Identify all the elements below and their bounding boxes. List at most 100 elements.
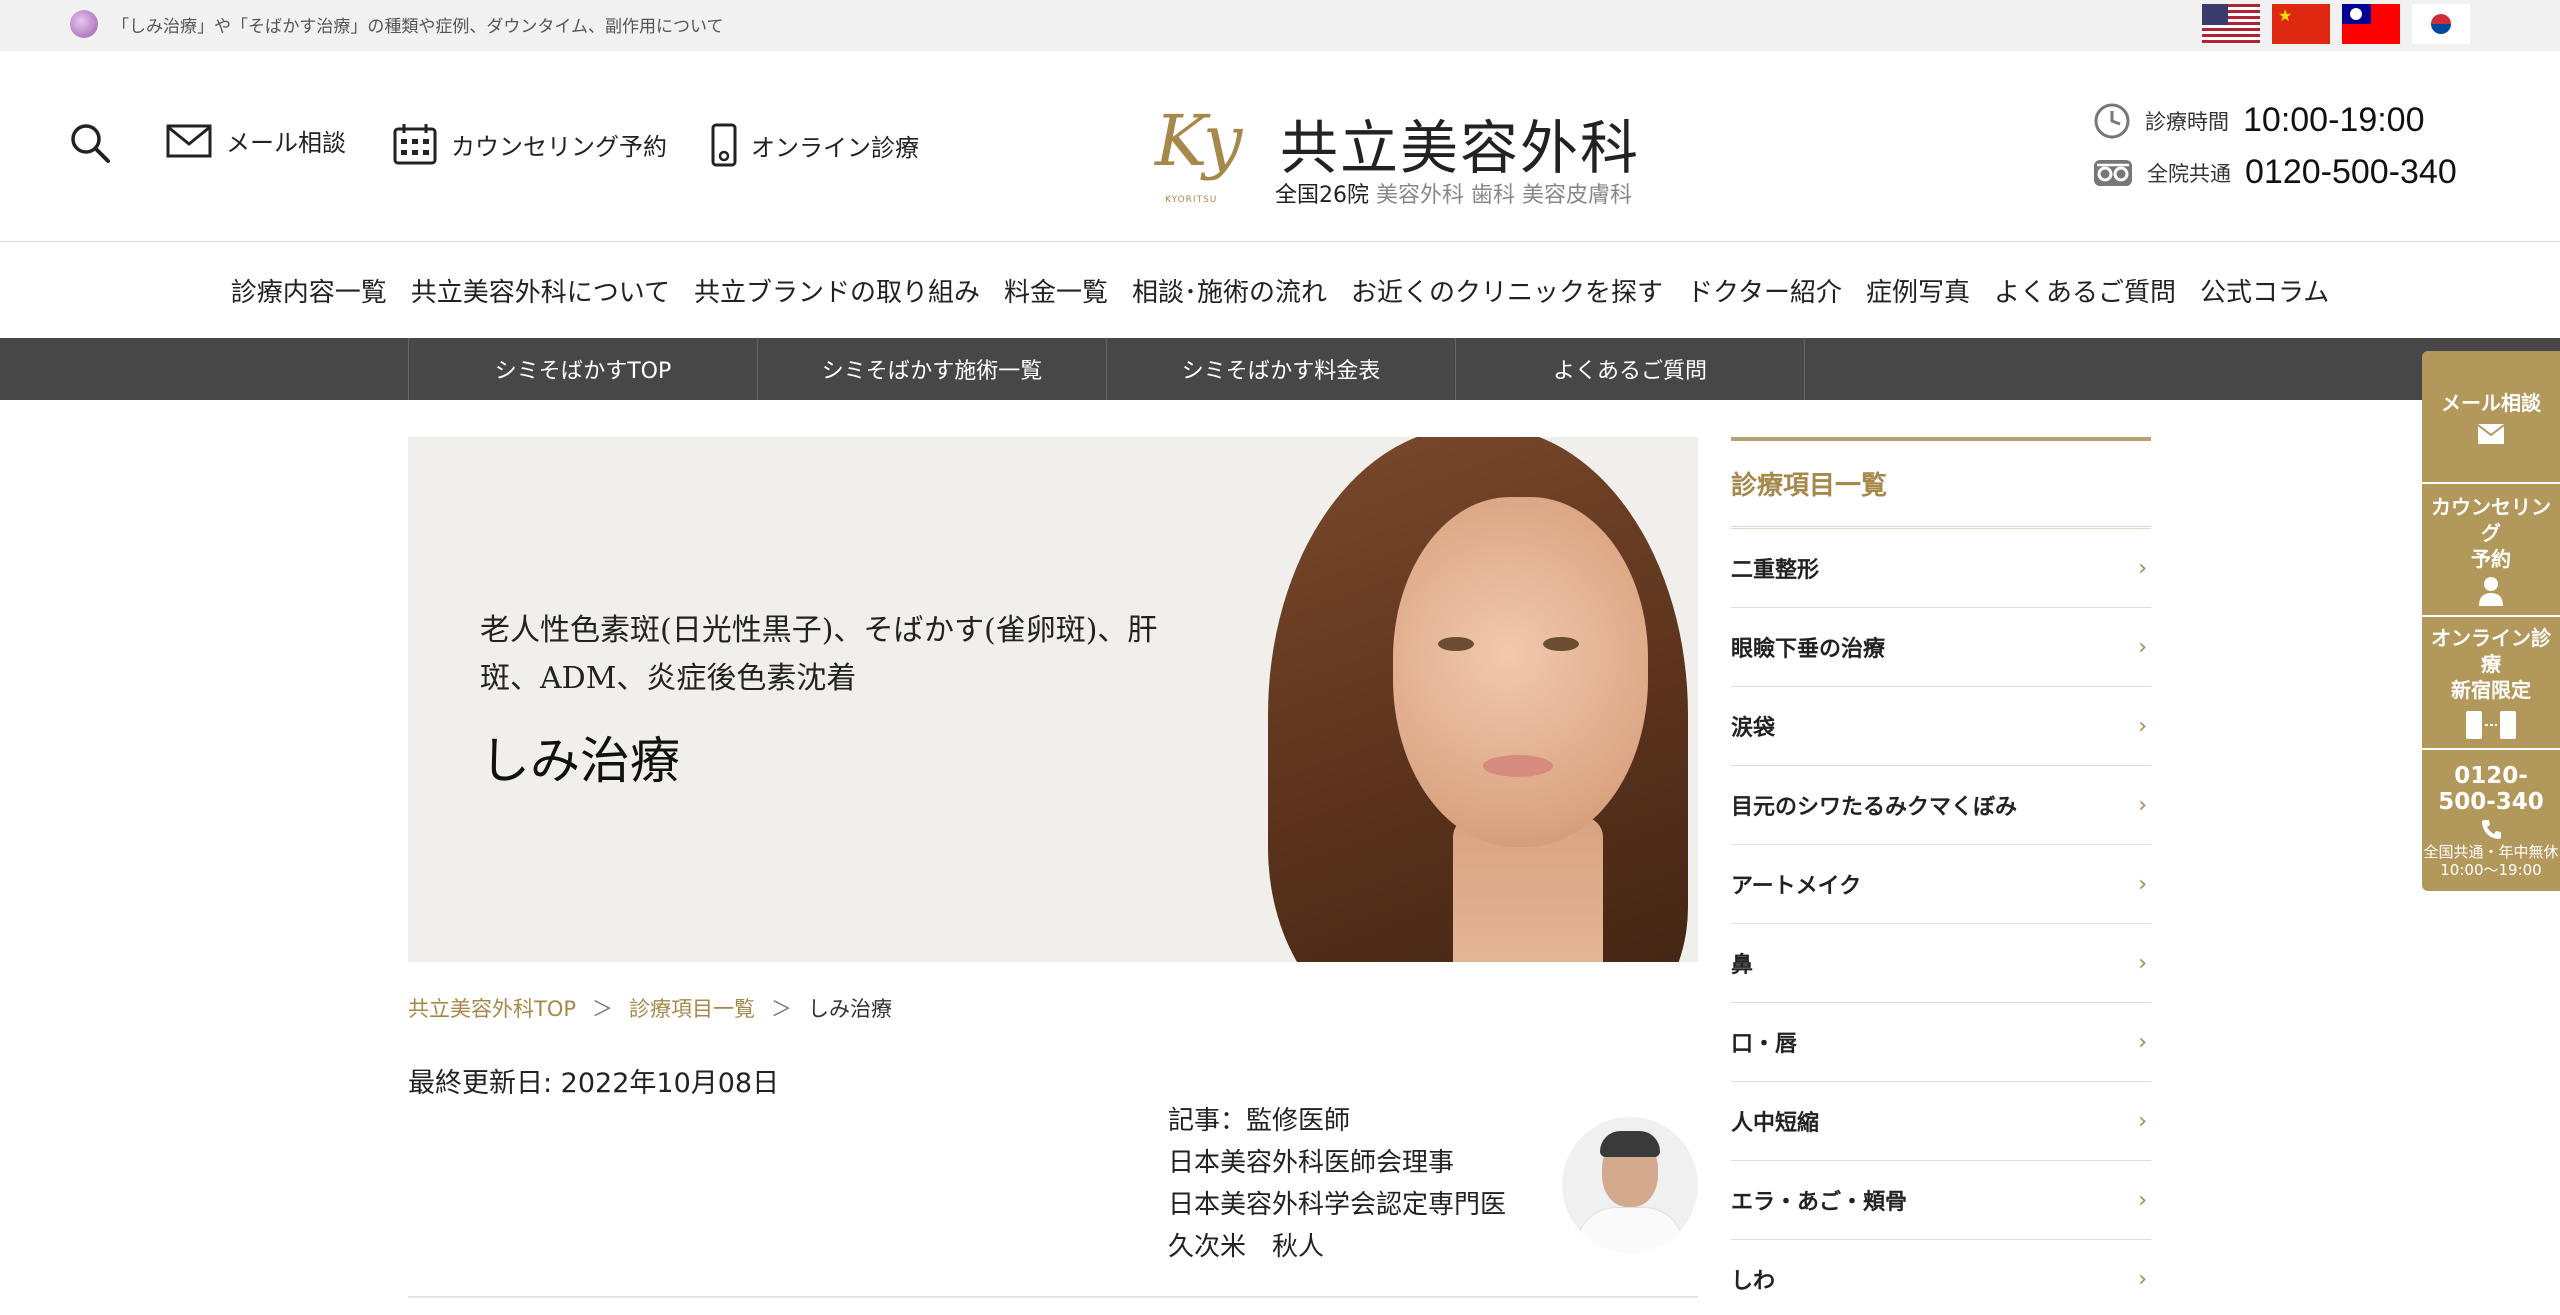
sidebar-item[interactable]: 眼瞼下垂の治療 › [1731, 608, 2151, 687]
chevron-right-icon: › [2138, 1187, 2147, 1213]
brand-logo[interactable]: Ky KYORITSU 共立美容外科 全国26院 美容外科 歯科 美容皮膚科 [1155, 91, 1655, 211]
subnav-item-faq[interactable]: よくあるご質問 [1456, 338, 1805, 400]
sidebar-item[interactable]: しわ › [1731, 1240, 2151, 1315]
float-phone-note-2: 10:00〜19:00 [2440, 860, 2542, 879]
subnav-item-treatments[interactable]: シミそばかす施術一覧 [758, 338, 1107, 400]
flag-korea-icon[interactable] [2412, 4, 2470, 44]
breadcrumb-home[interactable]: 共立美容外科TOP [408, 993, 576, 1023]
phone-value: 0120-500-340 [2245, 153, 2457, 191]
person-icon [2479, 576, 2503, 606]
breadcrumb-separator-icon: ＞ [771, 997, 793, 1021]
gnav-item-faq[interactable]: よくあるご質問 [1994, 272, 2176, 309]
float-phone-button[interactable]: 0120- 500-340 全国共通・年中無休 10:00〜19:00 [2422, 750, 2560, 891]
sidebar-item[interactable]: 人中短縮 › [1731, 1082, 2151, 1161]
sidebar-item-label: 鼻 [1731, 953, 1754, 978]
chevron-right-icon: › [2138, 1108, 2147, 1134]
chevron-right-icon: › [2138, 713, 2147, 739]
gnav-item-prices[interactable]: 料金一覧 [1004, 272, 1108, 309]
envelope-icon [166, 124, 212, 157]
smartphone-icon [711, 123, 737, 167]
phone-label: 全院共通 [2147, 161, 2231, 186]
top-strip: 「しみ治療」や「そばかす治療」の種類や症例、ダウンタイム、副作用について [0, 0, 2560, 51]
gnav-item-about[interactable]: 共立美容外科について [411, 272, 670, 309]
floating-contact-panel: メール相談 カウンセリング 予約 オンライン診療 新宿限定 0120- 500-… [2422, 351, 2560, 891]
author-line-title1: 日本美容外科医師会理事 [1168, 1148, 1455, 1178]
flag-china-icon[interactable] [2272, 4, 2330, 44]
sidebar-item[interactable]: 涙袋 › [1731, 687, 2151, 766]
flag-us-icon[interactable] [2202, 4, 2260, 44]
float-phone-number-1: 0120- [2454, 762, 2528, 789]
sidebar-item[interactable]: エラ・あご・頬骨 › [1731, 1161, 2151, 1240]
gnav-item-treatments[interactable]: 診療内容一覧 [231, 272, 387, 309]
hero-banner: 老人性色素斑(日光性黒子)、そばかす(雀卵斑)、肝斑、ADM、炎症後色素沈着 し… [408, 437, 1698, 962]
float-online-label-1: オンライン診療 [2431, 625, 2551, 676]
chevron-right-icon: › [2138, 792, 2147, 818]
top-strip-text: 「しみ治療」や「そばかす治療」の種類や症例、ダウンタイム、副作用について [112, 17, 724, 37]
business-hours: 診療時間 10:00-19:00 [2093, 101, 2425, 140]
counseling-reservation-link[interactable]: カウンセリング予約 [393, 123, 667, 165]
float-counsel-label-2: 予約 [2471, 546, 2511, 571]
content-divider [408, 1296, 1698, 1298]
subnav-item-prices[interactable]: シミそばかす料金表 [1107, 338, 1456, 400]
chevron-right-icon: › [2138, 871, 2147, 897]
sidebar-item-label: 口・唇 [1731, 1032, 1798, 1057]
author-line-title2: 日本美容外科学会認定専門医 [1168, 1190, 1507, 1220]
free-dial-icon [2094, 159, 2132, 186]
gnav-item-flow[interactable]: 相談･施術の流れ [1132, 272, 1327, 309]
calendar-icon [393, 124, 437, 165]
sidebar-item-label: 二重整形 [1731, 558, 1820, 583]
site-header: メール相談 カウンセリング予約 オンライン診療 Ky KYORITSU 共立美容… [0, 51, 2560, 242]
float-phone-number-2: 500-340 [2438, 788, 2544, 815]
phone-icon [2482, 819, 2501, 839]
sidebar-item[interactable]: 鼻 › [1731, 924, 2151, 1003]
mail-consult-link[interactable]: メール相談 [166, 123, 346, 158]
sidebar-item[interactable]: 目元のシワたるみクマくぼみ › [1731, 766, 2151, 845]
hours-label: 診療時間 [2145, 109, 2229, 134]
gnav-item-doctors[interactable]: ドクター紹介 [1687, 272, 1842, 309]
gnav-item-column[interactable]: 公式コラム [2200, 272, 2329, 309]
gnav-item-cases[interactable]: 症例写真 [1866, 272, 1970, 309]
author-name: 久次米 秋人 [1168, 1232, 1325, 1262]
video-call-icon [2466, 710, 2516, 739]
sub-nav: シミそばかすTOP シミそばかす施術一覧 シミそばかす料金表 よくあるご質問 [0, 338, 2560, 400]
sidebar-item-label: 眼瞼下垂の治療 [1731, 637, 1886, 662]
hero-subtitle: 老人性色素斑(日光性黒子)、そばかす(雀卵斑)、肝斑、ADM、炎症後色素沈着 [480, 613, 1158, 696]
phone-number[interactable]: 全院共通 0120-500-340 [2093, 153, 2457, 192]
brand-monogram: Ky [1155, 100, 1243, 182]
last-updated: 最終更新日: 2022年10月08日 [408, 1068, 780, 1099]
sidebar-item-label: 目元のシワたるみクマくぼみ [1731, 795, 2018, 820]
float-online-button[interactable]: オンライン診療 新宿限定 [2422, 617, 2560, 750]
float-phone-note-1: 全国共通・年中無休 [2423, 842, 2559, 861]
online-consult-label: オンライン診療 [751, 133, 919, 162]
float-online-label-2: 新宿限定 [2451, 677, 2531, 702]
subnav-item-top[interactable]: シミそばかすTOP [409, 338, 758, 400]
search-button[interactable] [68, 121, 112, 165]
sidebar-item-label: エラ・あご・頬骨 [1731, 1190, 1908, 1215]
chevron-right-icon: › [2138, 634, 2147, 660]
sidebar-item-label: 涙袋 [1731, 716, 1776, 741]
global-nav: 診療内容一覧 共立美容外科について 共立ブランドの取り組み 料金一覧 相談･施術… [0, 242, 2560, 338]
gnav-item-brand[interactable]: 共立ブランドの取り組み [694, 272, 980, 309]
flag-taiwan-icon[interactable] [2342, 4, 2400, 44]
doctor-avatar [1562, 1117, 1698, 1253]
float-counsel-button[interactable]: カウンセリング 予約 [2422, 484, 2560, 617]
sidebar-item[interactable]: アートメイク › [1731, 845, 2151, 924]
hero-portrait-image [1228, 437, 1698, 962]
float-mail-button[interactable]: メール相談 [2422, 351, 2560, 484]
author-info: 記事：監修医師 日本美容外科医師会理事 日本美容外科学会認定専門医 久次米 秋人 [1168, 1100, 1506, 1268]
sidebar-item-label: しわ [1731, 1269, 1776, 1294]
language-flags [2202, 4, 2470, 44]
float-counsel-label-1: カウンセリング [2431, 494, 2551, 545]
breadcrumb-list[interactable]: 診療項目一覧 [629, 993, 755, 1023]
chevron-right-icon: › [2138, 555, 2147, 581]
brand-subline: 全国26院 美容外科 歯科 美容皮膚科 [1275, 177, 1632, 209]
online-consult-link[interactable]: オンライン診療 [711, 123, 919, 167]
flower-logo-icon [70, 10, 98, 38]
search-icon [71, 124, 110, 163]
brand-name: 共立美容外科 [1280, 114, 1641, 182]
gnav-item-clinics[interactable]: お近くのクリニックを探す [1351, 272, 1663, 309]
sidebar-item-label: 人中短縮 [1731, 1111, 1820, 1136]
sidebar-item[interactable]: 二重整形 › [1731, 529, 2151, 608]
hours-value: 10:00-19:00 [2243, 101, 2425, 139]
sidebar-item[interactable]: 口・唇 › [1731, 1003, 2151, 1082]
